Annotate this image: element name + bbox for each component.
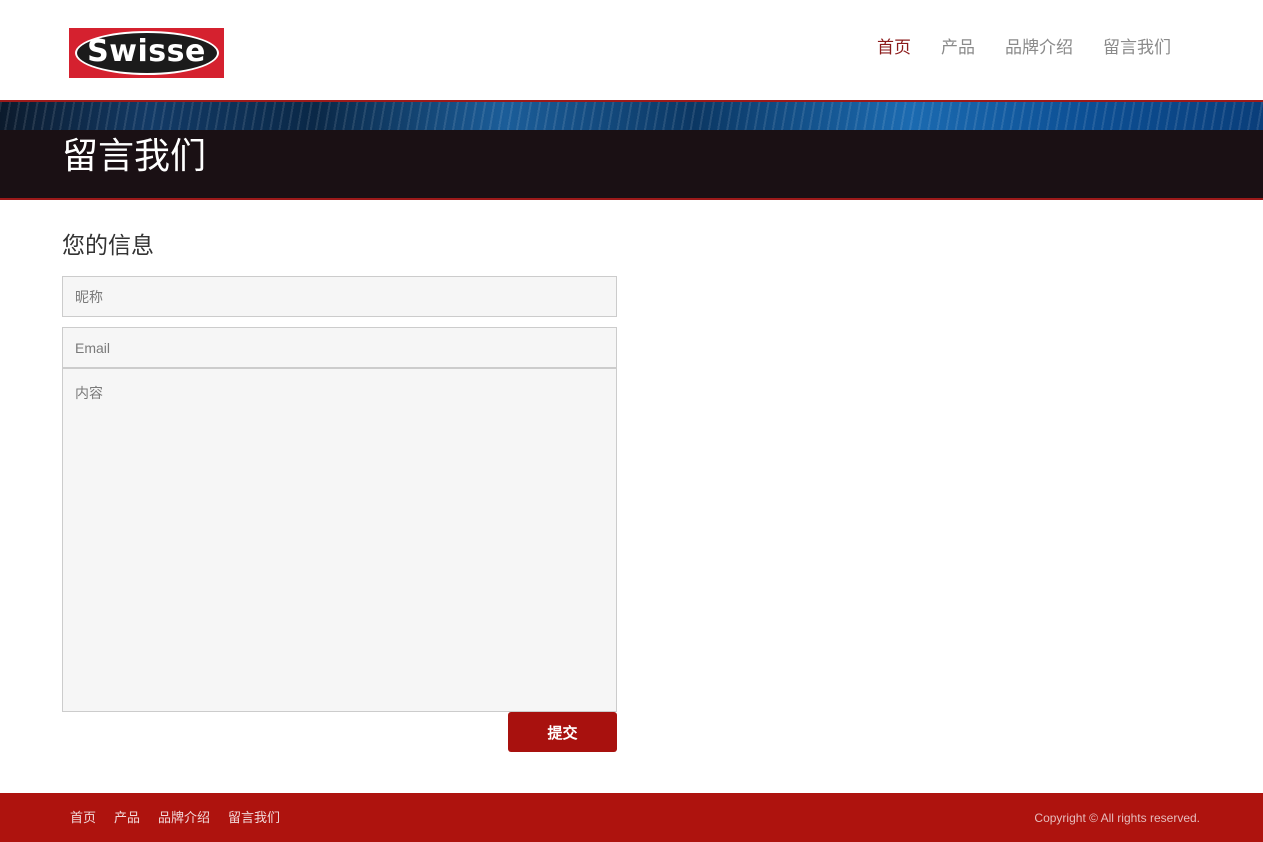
form-heading: 您的信息	[62, 232, 154, 258]
nickname-input[interactable]	[62, 276, 617, 317]
email-input[interactable]	[62, 327, 617, 368]
nav-item-contact[interactable]: 留言我们	[1103, 36, 1171, 60]
footer-link-products[interactable]: 产品	[114, 809, 140, 827]
site-header: Swisse 首页 产品 品牌介绍 留言我们	[0, 0, 1263, 100]
logo-oval: Swisse	[74, 31, 219, 75]
banner-water-image	[0, 102, 1263, 130]
main-nav: 首页 产品 品牌介绍 留言我们	[877, 36, 1171, 60]
submit-button[interactable]: 提交	[508, 712, 617, 752]
page-banner: 留言我们	[0, 100, 1263, 200]
nav-item-brand[interactable]: 品牌介绍	[1005, 36, 1073, 60]
swisse-logo[interactable]: Swisse	[69, 28, 224, 78]
footer-link-brand[interactable]: 品牌介绍	[158, 809, 210, 827]
footer-link-home[interactable]: 首页	[70, 809, 96, 827]
copyright-text: Copyright © All rights reserved.	[1034, 811, 1200, 825]
logo-text: Swisse	[87, 34, 206, 69]
nav-item-home[interactable]: 首页	[877, 36, 911, 60]
footer-nav: 首页 产品 品牌介绍 留言我们	[70, 809, 280, 827]
page-title: 留言我们	[62, 135, 207, 176]
footer-link-contact[interactable]: 留言我们	[228, 809, 280, 827]
nav-item-products[interactable]: 产品	[941, 36, 975, 60]
content-textarea[interactable]	[62, 368, 617, 712]
site-footer: 首页 产品 品牌介绍 留言我们 Copyright © All rights r…	[0, 793, 1263, 842]
